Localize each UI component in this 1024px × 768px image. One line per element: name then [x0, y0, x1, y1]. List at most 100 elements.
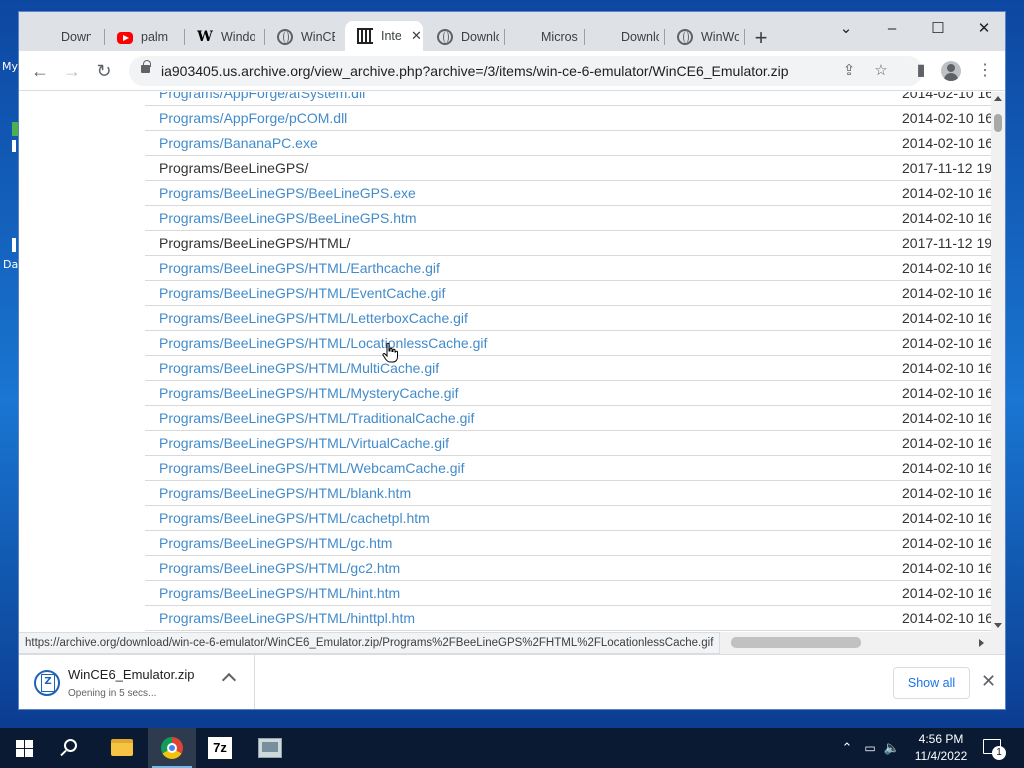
tab-wince[interactable]: WinCE: [265, 23, 343, 51]
tab-wikipedia[interactable]: W Windo: [185, 23, 265, 51]
file-link[interactable]: Programs/BeeLineGPS/HTML/hinttpl.htm: [159, 610, 415, 626]
show-all-button[interactable]: Show all: [893, 667, 970, 699]
new-tab-button[interactable]: +: [749, 25, 773, 51]
file-link[interactable]: Programs/BeeLineGPS/HTML/EventCache.gif: [159, 285, 445, 301]
tab-microsoft[interactable]: Micros: [505, 23, 585, 51]
file-link[interactable]: Programs/BeeLineGPS/HTML/WebcamCache.gif: [159, 460, 465, 476]
desktop-icon-label[interactable]: Da: [3, 258, 18, 271]
scroll-thumb[interactable]: [994, 114, 1002, 132]
table-row: Programs/BeeLineGPS/HTML/EventCache.gif 2…: [145, 281, 991, 306]
7zip-icon: 7z: [208, 737, 232, 759]
file-date: 2014-02-10 16: [902, 310, 991, 326]
file-link[interactable]: Programs/BeeLineGPS/HTML/LocationlessCac…: [159, 335, 487, 351]
desktop-icon[interactable]: [12, 140, 16, 152]
lock-icon[interactable]: [141, 60, 151, 73]
table-row: Programs/AppForge/pCOM.dll 2014-02-10 16: [145, 106, 991, 131]
file-link[interactable]: Programs/AppForge/pCOM.dll: [159, 110, 347, 126]
tab-youtube[interactable]: palm o: [105, 23, 185, 51]
url-text[interactable]: ia903405.us.archive.org/view_archive.php…: [161, 63, 789, 79]
desktop-icon-label[interactable]: My: [2, 60, 18, 73]
file-date: 2014-02-10 16: [902, 360, 991, 376]
search-button[interactable]: [48, 728, 96, 768]
scroll-up-icon[interactable]: [994, 96, 1002, 101]
app-taskbar-button[interactable]: [246, 728, 294, 768]
table-row: Programs/BeeLineGPS/HTML/VirtualCache.gi…: [145, 431, 991, 456]
file-link[interactable]: Programs/BeeLineGPS/HTML/blank.htm: [159, 485, 411, 501]
tab-winworld[interactable]: WinWo: [665, 23, 745, 51]
file-date: 2014-02-10 16: [902, 285, 991, 301]
7zip-taskbar-button[interactable]: 7z: [196, 728, 244, 768]
file-link[interactable]: Programs/BeeLineGPS/HTML/hint.htm: [159, 585, 400, 601]
application-icon: [258, 738, 282, 758]
file-link[interactable]: Programs/BeeLineGPS/HTML/cachetpl.htm: [159, 510, 430, 526]
file-link[interactable]: Programs/BeeLineGPS/HTML/gc2.htm: [159, 560, 400, 576]
tab-close-icon[interactable]: ✕: [411, 28, 422, 44]
chevron-up-icon[interactable]: [221, 672, 237, 688]
table-row: Programs/BeeLineGPS/BeeLineGPS.exe 2014-0…: [145, 181, 991, 206]
chrome-taskbar-button[interactable]: [148, 728, 196, 768]
file-link[interactable]: Programs/BeeLineGPS/HTML/Earthcache.gif: [159, 260, 440, 276]
file-link[interactable]: Programs/BeeLineGPS/HTML/LetterboxCache.…: [159, 310, 468, 326]
clock-date: 11/4/2022: [914, 749, 968, 763]
download-item[interactable]: WinCE6_Emulator.zip Opening in 5 secs...: [19, 655, 255, 709]
tab-internet-archive[interactable]: Inte ✕: [345, 21, 423, 51]
globe-icon: [277, 29, 293, 45]
tab-download-3[interactable]: Downlo: [585, 23, 665, 51]
table-row: Programs/BeeLineGPS/HTML/blank.htm 2014-0…: [145, 481, 991, 506]
chevron-up-icon[interactable]: ⌃: [838, 728, 856, 768]
bookmark-star-icon[interactable]: ☆: [871, 61, 891, 79]
tab-download-1[interactable]: Downlo: [25, 23, 105, 51]
tab-search-button[interactable]: ⌄: [823, 16, 869, 42]
link-status-bar: https://archive.org/download/win-ce-6-em…: [19, 632, 721, 654]
file-link[interactable]: Programs/AppForge/afSystem.dll: [159, 92, 365, 101]
file-date: 2014-02-10 16: [902, 535, 991, 551]
download-filename: WinCE6_Emulator.zip: [68, 667, 195, 682]
minimize-button[interactable]: –: [869, 16, 915, 42]
tab-label: WinCE: [301, 30, 335, 44]
reload-button[interactable]: ↻: [92, 59, 116, 83]
tab-download-2[interactable]: Downlo: [425, 23, 505, 51]
internet-archive-icon: [357, 28, 373, 44]
horizontal-scroll-thumb[interactable]: [731, 637, 861, 648]
file-date: 2014-02-10 16: [902, 135, 991, 151]
file-link[interactable]: Programs/BeeLineGPS/HTML/VirtualCache.gi…: [159, 435, 449, 451]
search-icon: [64, 739, 77, 752]
close-window-button[interactable]: ✕: [961, 16, 1005, 42]
maximize-button[interactable]: ☐: [915, 16, 961, 42]
back-button[interactable]: ←: [28, 59, 52, 83]
forward-button[interactable]: →: [60, 59, 84, 83]
folder-name: Programs/BeeLineGPS/HTML/: [159, 235, 351, 251]
file-link[interactable]: Programs/BeeLineGPS/HTML/MysteryCache.gi…: [159, 385, 459, 401]
menu-kebab-icon[interactable]: ⋮: [973, 59, 997, 83]
close-shelf-icon[interactable]: ✕: [981, 671, 996, 692]
start-button[interactable]: [0, 728, 48, 768]
profile-avatar-icon[interactable]: [941, 61, 961, 81]
network-icon[interactable]: ▭: [860, 728, 880, 768]
table-row: Programs/BeeLineGPS/HTML/MysteryCache.gi…: [145, 381, 991, 406]
address-bar[interactable]: ia903405.us.archive.org/view_archive.php…: [129, 56, 923, 86]
table-row: Programs/BananaPC.exe 2014-02-10 16: [145, 131, 991, 156]
tab-label: Downlo: [621, 30, 659, 44]
file-link[interactable]: Programs/BeeLineGPS/HTML/gc.htm: [159, 535, 392, 551]
side-panel-icon[interactable]: ▮: [909, 59, 933, 83]
file-explorer-button[interactable]: [98, 728, 146, 768]
file-date: 2014-02-10 16: [902, 185, 991, 201]
file-date: 2014-02-10 16: [902, 210, 991, 226]
clock-time: 4:56 PM: [918, 732, 964, 746]
tab-label: Downlo: [461, 30, 499, 44]
scroll-down-icon[interactable]: [994, 623, 1002, 628]
scroll-right-icon[interactable]: [979, 639, 984, 647]
vertical-scrollbar[interactable]: [991, 92, 1005, 632]
microsoft-icon: [597, 29, 613, 45]
desktop-icon[interactable]: [12, 238, 16, 252]
file-link[interactable]: Programs/BeeLineGPS/BeeLineGPS.htm: [159, 210, 417, 226]
file-date: 2014-02-10 16: [902, 335, 991, 351]
wikipedia-icon: W: [197, 29, 213, 45]
file-link[interactable]: Programs/BeeLineGPS/HTML/TraditionalCach…: [159, 410, 474, 426]
volume-icon[interactable]: 🔈: [882, 728, 902, 768]
share-icon[interactable]: ⇪: [839, 61, 859, 79]
table-row: Programs/BeeLineGPS/BeeLineGPS.htm 2014-0…: [145, 206, 991, 231]
file-link[interactable]: Programs/BeeLineGPS/BeeLineGPS.exe: [159, 185, 416, 201]
file-link[interactable]: Programs/BananaPC.exe: [159, 135, 318, 151]
system-clock[interactable]: 4:56 PM 11/4/2022: [908, 731, 974, 765]
